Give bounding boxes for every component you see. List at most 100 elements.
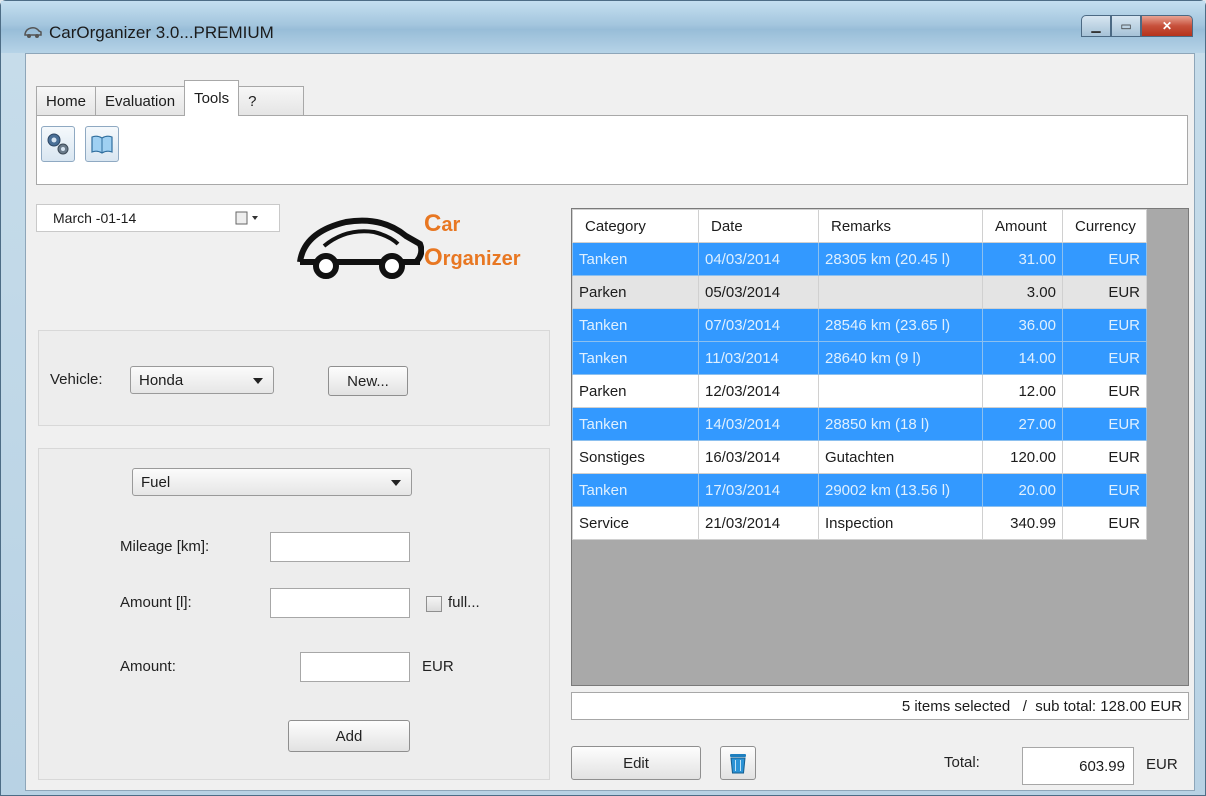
title-bar[interactable]: CarOrganizer 3.0...PREMIUM ▁ ▭ ✕: [1, 1, 1205, 53]
date-value: March -01-14: [53, 210, 137, 226]
table-row[interactable]: Sonstiges 16/03/2014 Gutachten 120.00 EUR: [572, 440, 1147, 474]
cell-remarks[interactable]: [818, 374, 983, 408]
tab-tools[interactable]: Tools: [184, 80, 240, 116]
amount-liters-input[interactable]: [270, 588, 410, 618]
cell-date[interactable]: 21/03/2014: [698, 506, 819, 540]
cell-date[interactable]: 17/03/2014: [698, 473, 819, 507]
manual-button[interactable]: [85, 126, 119, 162]
column-header-currency[interactable]: Currency: [1062, 209, 1147, 243]
cell-amount[interactable]: 31.00: [982, 242, 1063, 276]
table-row[interactable]: Tanken 11/03/2014 28640 km (9 l) 14.00 EUR: [572, 341, 1147, 375]
book-icon: [91, 135, 113, 154]
column-header-amount[interactable]: Amount: [982, 209, 1063, 243]
table-row[interactable]: Tanken 17/03/2014 29002 km (13.56 l) 20.00 E…: [572, 473, 1147, 507]
cell-currency[interactable]: EUR: [1062, 341, 1147, 375]
cell-date[interactable]: 11/03/2014: [698, 341, 819, 375]
expenses-grid[interactable]: Category Date Remarks Amount Currency Ta…: [571, 208, 1189, 686]
cell-category[interactable]: Parken: [572, 275, 699, 309]
cell-remarks[interactable]: 29002 km (13.56 l): [818, 473, 983, 507]
tab-evaluation-label: Evaluation: [105, 93, 176, 110]
cell-date[interactable]: 05/03/2014: [698, 275, 819, 309]
table-row[interactable]: Tanken 07/03/2014 28546 km (23.65 l) 36.00 E…: [572, 308, 1147, 342]
total-label: Total:: [944, 754, 980, 771]
tab-home[interactable]: Home: [36, 86, 97, 116]
category-select-value: Fuel: [141, 473, 171, 491]
full-tank-checkbox[interactable]: [426, 596, 442, 612]
cell-category[interactable]: Parken: [572, 374, 699, 408]
client-area: Home Evaluation Tools ? March -01-14 Car…: [25, 53, 1195, 791]
cell-currency[interactable]: EUR: [1062, 407, 1147, 441]
close-button[interactable]: ✕: [1141, 15, 1193, 37]
vehicle-select-value: Honda: [139, 371, 184, 389]
add-button-label: Add: [335, 727, 363, 745]
cell-date[interactable]: 16/03/2014: [698, 440, 819, 474]
maximize-button[interactable]: ▭: [1111, 15, 1141, 37]
minimize-button[interactable]: ▁: [1081, 15, 1111, 37]
cell-amount[interactable]: 27.00: [982, 407, 1063, 441]
add-button[interactable]: Add: [288, 720, 410, 752]
logo-o: O: [424, 244, 443, 271]
date-picker[interactable]: March -01-14: [36, 204, 280, 232]
cell-remarks[interactable]: 28850 km (18 l): [818, 407, 983, 441]
mileage-input[interactable]: [270, 532, 410, 562]
vehicle-select[interactable]: Honda: [130, 366, 274, 394]
window-title: CarOrganizer 3.0...PREMIUM: [49, 23, 274, 42]
cell-category[interactable]: Tanken: [572, 473, 699, 507]
cell-amount[interactable]: 20.00: [982, 473, 1063, 507]
tab-help[interactable]: ?: [238, 86, 305, 116]
cell-remarks[interactable]: 28305 km (20.45 l): [818, 242, 983, 276]
cell-amount[interactable]: 120.00: [982, 440, 1063, 474]
settings-button[interactable]: [41, 126, 75, 162]
cell-amount[interactable]: 14.00: [982, 341, 1063, 375]
cell-category[interactable]: Sonstiges: [572, 440, 699, 474]
expenses-table: Category Date Remarks Amount Currency Ta…: [572, 209, 1147, 540]
cell-currency[interactable]: EUR: [1062, 308, 1147, 342]
cell-amount[interactable]: 12.00: [982, 374, 1063, 408]
table-row[interactable]: Service 21/03/2014 Inspection 340.99 EUR: [572, 506, 1147, 540]
cell-remarks[interactable]: 28640 km (9 l): [818, 341, 983, 375]
car-organizer-logo: Car Organizer: [294, 202, 564, 292]
cell-date[interactable]: 12/03/2014: [698, 374, 819, 408]
maximize-icon: ▭: [1120, 19, 1132, 33]
amount-input[interactable]: [300, 652, 410, 682]
cell-date[interactable]: 07/03/2014: [698, 308, 819, 342]
cell-currency[interactable]: EUR: [1062, 275, 1147, 309]
table-row[interactable]: Tanken 04/03/2014 28305 km (20.45 l) 31.00 E…: [572, 242, 1147, 276]
cell-currency[interactable]: EUR: [1062, 374, 1147, 408]
table-row[interactable]: Tanken 14/03/2014 28850 km (18 l) 27.00 EUR: [572, 407, 1147, 441]
cell-category[interactable]: Tanken: [572, 242, 699, 276]
delete-button[interactable]: [720, 746, 756, 780]
cell-category[interactable]: Service: [572, 506, 699, 540]
amount-liters-label: Amount [l]:: [120, 594, 192, 611]
cell-category[interactable]: Tanken: [572, 308, 699, 342]
cell-remarks[interactable]: Inspection: [818, 506, 983, 540]
cell-currency[interactable]: EUR: [1062, 440, 1147, 474]
cell-currency[interactable]: EUR: [1062, 506, 1147, 540]
cell-date[interactable]: 14/03/2014: [698, 407, 819, 441]
cell-amount[interactable]: 36.00: [982, 308, 1063, 342]
cell-amount[interactable]: 340.99: [982, 506, 1063, 540]
cell-category[interactable]: Tanken: [572, 407, 699, 441]
category-select[interactable]: Fuel: [132, 468, 412, 496]
table-row[interactable]: Parken 05/03/2014 3.00 EUR: [572, 275, 1147, 309]
amount-label: Amount:: [120, 658, 176, 675]
cell-amount[interactable]: 3.00: [982, 275, 1063, 309]
table-row[interactable]: Parken 12/03/2014 12.00 EUR: [572, 374, 1147, 408]
tab-evaluation[interactable]: Evaluation: [95, 86, 186, 116]
logo-c: C: [424, 210, 442, 237]
edit-button[interactable]: Edit: [571, 746, 701, 780]
trash-icon: [730, 754, 746, 774]
new-vehicle-button[interactable]: New...: [328, 366, 408, 396]
cell-currency[interactable]: EUR: [1062, 242, 1147, 276]
cell-remarks[interactable]: [818, 275, 983, 309]
cell-currency[interactable]: EUR: [1062, 473, 1147, 507]
calendar-dropdown-icon[interactable]: [235, 211, 261, 225]
cell-remarks[interactable]: Gutachten: [818, 440, 983, 474]
column-header-remarks[interactable]: Remarks: [818, 209, 983, 243]
column-header-category[interactable]: Category: [572, 209, 699, 243]
column-header-date[interactable]: Date: [698, 209, 819, 243]
cell-remarks[interactable]: 28546 km (23.65 l): [818, 308, 983, 342]
cell-date[interactable]: 04/03/2014: [698, 242, 819, 276]
car-logo-icon: [297, 217, 424, 279]
cell-category[interactable]: Tanken: [572, 341, 699, 375]
